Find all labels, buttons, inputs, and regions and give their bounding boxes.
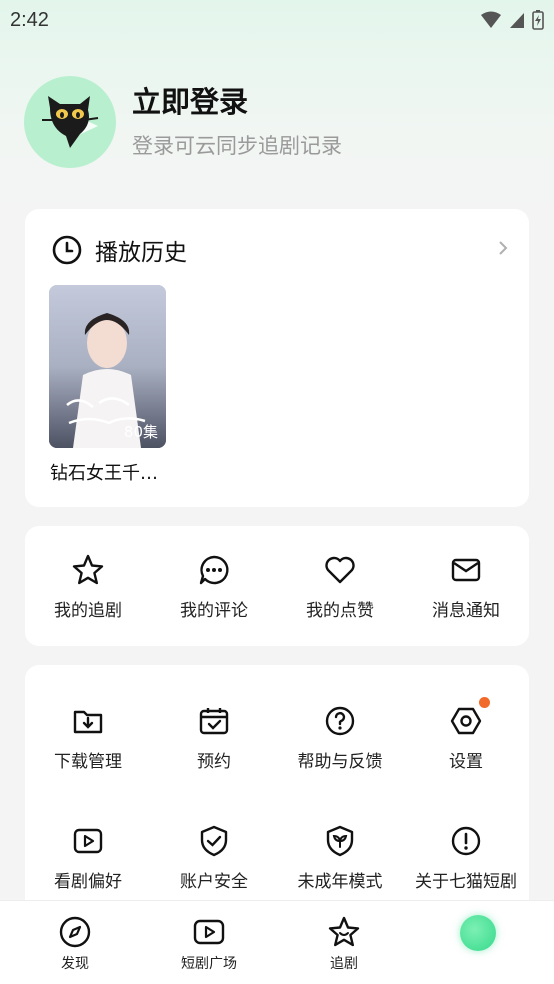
nav-label: 短剧广场 — [181, 956, 237, 972]
gear-icon — [448, 697, 490, 739]
settings-label: 帮助与反馈 — [297, 752, 383, 772]
action-label: 我的点赞 — [306, 601, 374, 621]
download-folder-icon — [70, 703, 106, 739]
settings-label: 下载管理 — [54, 752, 122, 772]
action-my-likes[interactable]: 我的点赞 — [277, 552, 403, 621]
profile-dot-icon — [460, 915, 496, 951]
action-notifications[interactable]: 消息通知 — [403, 552, 529, 621]
settings-reservation[interactable]: 预约 — [151, 703, 277, 772]
settings-viewing-preference[interactable]: 看剧偏好 — [25, 823, 151, 892]
help-icon — [322, 703, 358, 739]
action-label: 我的评论 — [180, 601, 248, 621]
calendar-check-icon — [196, 703, 232, 739]
actions-card: 我的追剧 我的评论 我的点赞 消息通知 — [25, 526, 529, 646]
action-my-comments[interactable]: 我的评论 — [151, 552, 277, 621]
compass-icon — [59, 916, 91, 948]
login-title[interactable]: 立即登录 — [132, 84, 342, 120]
star-icon — [70, 552, 106, 588]
action-my-follow[interactable]: 我的追剧 — [25, 552, 151, 621]
settings-help-feedback[interactable]: 帮助与反馈 — [277, 703, 403, 772]
cat-logo-icon — [42, 96, 99, 148]
play-box-icon — [193, 919, 225, 945]
history-card: 播放历史 80集 钻石女王千… — [25, 209, 529, 507]
settings-label: 未成年模式 — [297, 872, 383, 892]
poster-episode-count: 80集 — [123, 423, 158, 441]
settings-label: 关于七猫短剧 — [415, 872, 517, 892]
login-profile[interactable]: 立即登录 登录可云同步追剧记录 — [24, 76, 342, 168]
settings-label: 看剧偏好 — [54, 872, 122, 892]
history-poster[interactable]: 80集 — [49, 285, 166, 448]
settings-label: 预约 — [197, 752, 231, 772]
avatar[interactable] — [24, 76, 116, 168]
mail-icon — [448, 552, 484, 588]
settings-download-manager[interactable]: 下载管理 — [25, 703, 151, 772]
history-item-name[interactable]: 钻石女王千… — [50, 459, 158, 485]
profile-text: 立即登录 登录可云同步追剧记录 — [132, 84, 342, 160]
bottom-nav: 发现 短剧广场 追剧 — [0, 900, 554, 984]
heart-icon — [322, 552, 358, 588]
nav-label: 发现 — [61, 956, 89, 972]
wifi-icon — [481, 11, 501, 28]
settings-settings[interactable]: 设置 — [403, 697, 529, 772]
action-label: 我的追剧 — [54, 601, 122, 621]
shield-check-icon — [196, 823, 232, 859]
history-header[interactable]: 播放历史 — [51, 233, 187, 267]
info-icon — [448, 823, 484, 859]
nav-label: 追剧 — [330, 956, 358, 972]
settings-card: 下载管理 预约 帮助与反馈 设置 看剧偏好 账户安全 未成年模式 关于七猫短剧 — [25, 665, 529, 925]
nav-discover[interactable]: 发现 — [12, 915, 138, 973]
status-icons — [480, 10, 544, 30]
nav-follow[interactable]: 追剧 — [281, 915, 407, 973]
settings-youth-mode[interactable]: 未成年模式 — [277, 823, 403, 892]
chevron-right-icon[interactable] — [497, 239, 509, 257]
comment-icon — [196, 552, 232, 588]
play-box-icon — [70, 823, 106, 859]
action-label: 消息通知 — [432, 601, 500, 621]
clock-icon — [52, 235, 82, 265]
status-time: 2:42 — [10, 8, 49, 31]
settings-about[interactable]: 关于七猫短剧 — [403, 823, 529, 892]
signal-icon — [510, 13, 524, 28]
settings-account-security[interactable]: 账户安全 — [151, 823, 277, 892]
login-subtitle: 登录可云同步追剧记录 — [132, 134, 342, 158]
settings-label: 设置 — [449, 752, 483, 772]
battery-icon — [532, 10, 544, 30]
nav-drama-plaza[interactable]: 短剧广场 — [146, 915, 272, 973]
history-title: 播放历史 — [95, 240, 187, 266]
notification-badge — [479, 697, 490, 708]
nav-profile[interactable] — [415, 915, 541, 951]
settings-label: 账户安全 — [180, 872, 248, 892]
star-smile-icon — [328, 916, 360, 947]
youth-shield-icon — [322, 823, 358, 859]
status-bar: 2:42 — [0, 0, 554, 40]
